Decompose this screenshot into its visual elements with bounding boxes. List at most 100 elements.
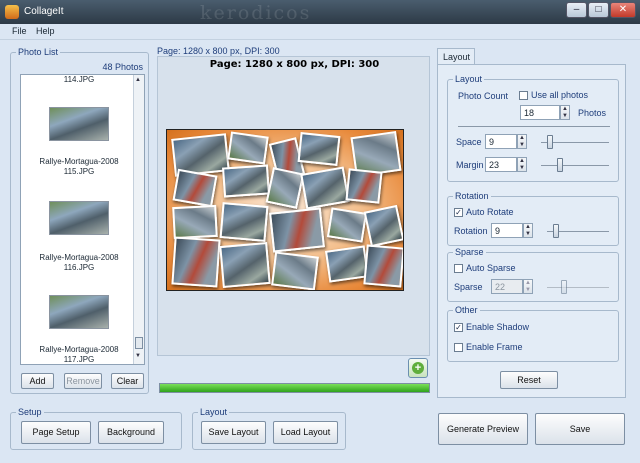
collage-photo [363,204,403,248]
use-all-photos-checkbox[interactable] [519,91,528,100]
progress-bar [159,383,430,393]
collage-photo [219,202,269,242]
photo-count-label: Photo Count [458,91,509,101]
rotation-group: Rotation ✓ Auto Rotate Rotation 9 ▲ ▼ [447,191,619,246]
remove-button[interactable]: Remove [64,373,102,389]
list-item-caption: 117.JPG [63,355,95,364]
collage-photo [222,164,270,198]
photo-count-field[interactable]: 18 [520,105,560,120]
sparse-stepper[interactable]: ▲ ▼ [523,279,533,294]
list-item-thumbnail[interactable] [49,107,109,141]
scroll-thumb[interactable] [135,337,143,349]
collage-preview[interactable] [166,129,404,291]
space-stepper[interactable]: ▲ ▼ [517,134,527,149]
sparse-group: Sparse Auto Sparse Sparse 22 ▲ ▼ [447,247,619,302]
layout-legend: Layout [453,74,485,84]
photo-count-stepper[interactable]: ▲ ▼ [560,105,570,120]
scroll-up-icon[interactable]: ▲ [135,77,141,83]
sparse-label: Sparse [454,282,483,292]
collage-photo [345,168,383,204]
auto-sparse-checkbox[interactable] [454,264,463,273]
close-icon[interactable]: ✕ [610,2,636,18]
margin-slider-track[interactable] [541,165,609,166]
enable-shadow-label: Enable Shadow [466,322,530,332]
enable-frame-label: Enable Frame [466,342,523,352]
sparse-slider-thumb[interactable] [561,280,567,294]
space-slider-thumb[interactable] [547,135,554,149]
reset-button[interactable]: Reset [500,371,558,389]
rotation-legend: Rotation [453,191,491,201]
enable-shadow-checkbox[interactable]: ✓ [454,323,463,332]
layout-group: Layout Photo Count Use all photos 18 ▲ ▼ … [447,74,619,182]
photo-list[interactable]: 114.JPG Rallye-Mortagua-2008 115.JPG Ral… [20,74,145,365]
generate-preview-button[interactable]: Generate Preview [438,413,528,445]
list-item-thumbnail[interactable] [49,201,109,235]
load-layout-button[interactable]: Load Layout [273,421,338,444]
collage-photo [219,241,271,289]
rotation-label: Rotation [454,226,488,236]
window-title: CollageIt [24,6,64,17]
collage-photo [326,207,368,243]
collage-photo [300,166,350,210]
title-bar: CollageIt kerodicos – □ ✕ [0,0,640,24]
list-item-caption: Rallye-Mortagua-2008 [39,345,119,354]
collage-photo [171,236,221,288]
sparse-slider-track[interactable] [547,287,609,288]
other-legend: Other [453,305,480,315]
list-item-caption: Rallye-Mortagua-2008 [39,253,119,262]
progress-fill [160,384,429,392]
collage-photo [297,131,341,167]
list-item-caption: 116.JPG [63,263,95,272]
photo-count-label: 48 Photos [102,62,143,72]
space-label: Space [456,137,482,147]
list-item-thumbnail[interactable] [49,295,109,329]
margin-field[interactable]: 23 [485,157,517,172]
zoom-icon[interactable]: + [408,358,428,378]
collage-photo [227,131,269,165]
menu-help[interactable]: Help [36,26,55,36]
maximize-icon[interactable]: □ [588,2,609,18]
other-group: Other ✓ Enable Shadow Enable Frame [447,305,619,362]
auto-rotate-checkbox[interactable]: ✓ [454,208,463,217]
menu-file[interactable]: File [12,26,27,36]
save-layout-button[interactable]: Save Layout [201,421,266,444]
collage-photo [172,168,218,208]
margin-stepper[interactable]: ▲ ▼ [517,157,527,172]
sparse-field[interactable]: 22 [491,279,523,294]
save-button[interactable]: Save [535,413,625,445]
collage-photo [269,207,325,253]
divider [458,126,610,127]
auto-rotate-label: Auto Rotate [466,207,514,217]
layout-io-group: Layout Save Layout Load Layout [192,407,346,450]
minimize-icon[interactable]: – [566,2,587,18]
layout-tab-panel: Layout Photo Count Use all photos 18 ▲ ▼ … [437,64,626,398]
auto-sparse-label: Auto Sparse [466,263,516,273]
margin-label: Margin [456,160,484,170]
page-setup-button[interactable]: Page Setup [21,421,91,444]
collage-photo [271,251,319,290]
clear-button[interactable]: Clear [111,373,144,389]
preview-title: Page: 1280 x 800 px, DPI: 300 [209,59,380,70]
add-button[interactable]: Add [21,373,54,389]
tab-layout[interactable]: Layout [437,48,475,65]
rotation-stepper[interactable]: ▲ ▼ [523,223,533,238]
collage-photo [363,244,403,288]
list-scrollbar[interactable]: ▲ ▼ [133,75,144,364]
photo-list-panel: Photo List 48 Photos 114.JPG Rallye-Mort… [10,47,149,394]
menu-bar: File Help [0,24,640,40]
preview-area: Page: 1280 x 800 px, DPI: 300 [157,56,430,356]
rotation-slider-thumb[interactable] [552,224,559,238]
margin-slider-thumb[interactable] [556,158,563,172]
background-watermark: kerodicos [200,2,312,24]
space-field[interactable]: 9 [485,134,517,149]
rotation-field[interactable]: 9 [491,223,523,238]
page-info-label: Page: 1280 x 800 px, DPI: 300 [157,46,280,56]
app-icon [5,5,19,19]
photo-list-legend: Photo List [16,47,61,57]
list-item-caption: Rallye-Mortagua-2008 [39,157,119,166]
enable-frame-checkbox[interactable] [454,343,463,352]
use-all-photos-label: Use all photos [531,90,589,100]
background-button[interactable]: Background [98,421,164,444]
sparse-legend: Sparse [453,247,486,257]
scroll-down-icon[interactable]: ▼ [135,353,141,359]
